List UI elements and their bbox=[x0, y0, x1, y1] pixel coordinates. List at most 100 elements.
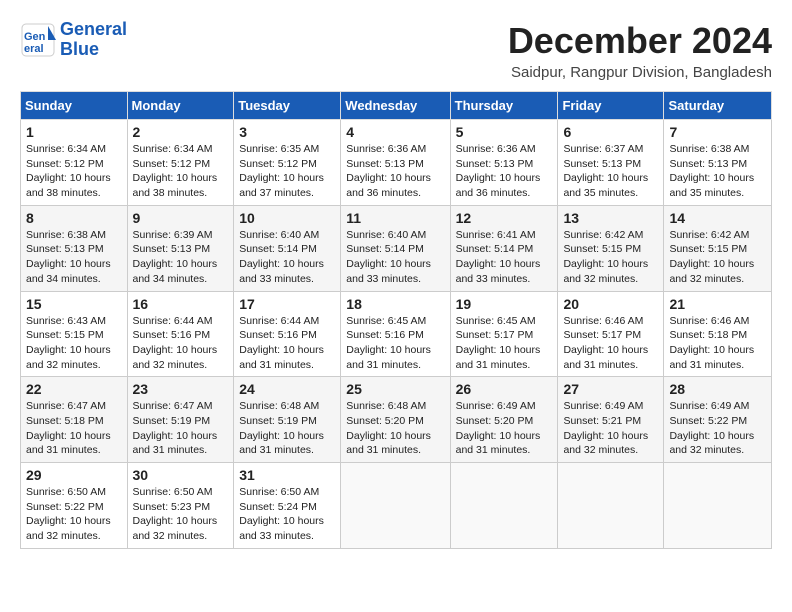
day-info: Sunrise: 6:36 AM Sunset: 5:13 PM Dayligh… bbox=[346, 142, 444, 201]
header-day-wednesday: Wednesday bbox=[341, 92, 450, 120]
logo-wrapper: Gen eral General Blue bbox=[20, 20, 127, 60]
day-info: Sunrise: 6:45 AM Sunset: 5:17 PM Dayligh… bbox=[456, 314, 553, 373]
day-number: 3 bbox=[239, 124, 335, 140]
day-number: 16 bbox=[133, 296, 229, 312]
day-number: 17 bbox=[239, 296, 335, 312]
week-row-4: 22 Sunrise: 6:47 AM Sunset: 5:18 PM Dayli… bbox=[21, 377, 772, 463]
calendar-cell: 29 Sunrise: 6:50 AM Sunset: 5:22 PM Dayli… bbox=[21, 463, 128, 549]
day-info: Sunrise: 6:37 AM Sunset: 5:13 PM Dayligh… bbox=[563, 142, 658, 201]
day-info: Sunrise: 6:36 AM Sunset: 5:13 PM Dayligh… bbox=[456, 142, 553, 201]
calendar-cell: 7 Sunrise: 6:38 AM Sunset: 5:13 PM Daylig… bbox=[664, 120, 772, 206]
calendar-cell: 1Sunrise: 6:34 AM Sunset: 5:12 PM Daylig… bbox=[21, 120, 128, 206]
calendar-cell: 30Sunrise: 6:50 AM Sunset: 5:23 PM Dayli… bbox=[127, 463, 234, 549]
day-number: 2 bbox=[133, 124, 229, 140]
day-number: 15 bbox=[26, 296, 122, 312]
calendar-cell: 14 Sunrise: 6:42 AM Sunset: 5:15 PM Dayli… bbox=[664, 205, 772, 291]
day-info: Sunrise: 6:35 AM Sunset: 5:12 PM Dayligh… bbox=[239, 142, 335, 201]
calendar-cell: 23Sunrise: 6:47 AM Sunset: 5:19 PM Dayli… bbox=[127, 377, 234, 463]
calendar-cell: 27Sunrise: 6:49 AM Sunset: 5:21 PM Dayli… bbox=[558, 377, 664, 463]
day-info: Sunrise: 6:49 AM Sunset: 5:22 PM Dayligh… bbox=[669, 399, 766, 458]
day-info: Sunrise: 6:46 AM Sunset: 5:18 PM Dayligh… bbox=[669, 314, 766, 373]
week-row-1: 1Sunrise: 6:34 AM Sunset: 5:12 PM Daylig… bbox=[21, 120, 772, 206]
header-row: SundayMondayTuesdayWednesdayThursdayFrid… bbox=[21, 92, 772, 120]
logo-text-general: General bbox=[60, 20, 127, 40]
day-number: 13 bbox=[563, 210, 658, 226]
day-number: 6 bbox=[563, 124, 658, 140]
calendar-cell: 24Sunrise: 6:48 AM Sunset: 5:19 PM Dayli… bbox=[234, 377, 341, 463]
day-info: Sunrise: 6:50 AM Sunset: 5:22 PM Dayligh… bbox=[26, 485, 122, 544]
day-number: 4 bbox=[346, 124, 444, 140]
title-area: December 2024 Saidpur, Rangpur Division,… bbox=[508, 20, 772, 81]
header-day-sunday: Sunday bbox=[21, 92, 128, 120]
day-info: Sunrise: 6:50 AM Sunset: 5:24 PM Dayligh… bbox=[239, 485, 335, 544]
calendar-cell: 20 Sunrise: 6:46 AM Sunset: 5:17 PM Dayli… bbox=[558, 291, 664, 377]
calendar-cell: 18Sunrise: 6:45 AM Sunset: 5:16 PM Dayli… bbox=[341, 291, 450, 377]
header-day-saturday: Saturday bbox=[664, 92, 772, 120]
day-info: Sunrise: 6:47 AM Sunset: 5:19 PM Dayligh… bbox=[133, 399, 229, 458]
calendar-cell: 5 Sunrise: 6:36 AM Sunset: 5:13 PM Daylig… bbox=[450, 120, 558, 206]
day-number: 8 bbox=[26, 210, 122, 226]
header-day-friday: Friday bbox=[558, 92, 664, 120]
day-info: Sunrise: 6:49 AM Sunset: 5:20 PM Dayligh… bbox=[456, 399, 553, 458]
day-info: Sunrise: 6:42 AM Sunset: 5:15 PM Dayligh… bbox=[669, 228, 766, 287]
calendar-cell: 13 Sunrise: 6:42 AM Sunset: 5:15 PM Dayli… bbox=[558, 205, 664, 291]
calendar-cell: 31 Sunrise: 6:50 AM Sunset: 5:24 PM Dayli… bbox=[234, 463, 341, 549]
calendar-cell: 26Sunrise: 6:49 AM Sunset: 5:20 PM Dayli… bbox=[450, 377, 558, 463]
calendar-cell: 25Sunrise: 6:48 AM Sunset: 5:20 PM Dayli… bbox=[341, 377, 450, 463]
day-number: 19 bbox=[456, 296, 553, 312]
logo-icon: Gen eral bbox=[20, 22, 56, 58]
calendar-cell: 6 Sunrise: 6:37 AM Sunset: 5:13 PM Daylig… bbox=[558, 120, 664, 206]
calendar-cell: 19 Sunrise: 6:45 AM Sunset: 5:17 PM Dayli… bbox=[450, 291, 558, 377]
header-day-monday: Monday bbox=[127, 92, 234, 120]
day-number: 5 bbox=[456, 124, 553, 140]
logo-text-blue: Blue bbox=[60, 40, 127, 60]
day-number: 10 bbox=[239, 210, 335, 226]
day-info: Sunrise: 6:40 AM Sunset: 5:14 PM Dayligh… bbox=[346, 228, 444, 287]
day-info: Sunrise: 6:38 AM Sunset: 5:13 PM Dayligh… bbox=[669, 142, 766, 201]
calendar-cell: 15Sunrise: 6:43 AM Sunset: 5:15 PM Dayli… bbox=[21, 291, 128, 377]
day-info: Sunrise: 6:48 AM Sunset: 5:19 PM Dayligh… bbox=[239, 399, 335, 458]
calendar-cell: 12 Sunrise: 6:41 AM Sunset: 5:14 PM Dayli… bbox=[450, 205, 558, 291]
day-info: Sunrise: 6:49 AM Sunset: 5:21 PM Dayligh… bbox=[563, 399, 658, 458]
calendar-cell: 9 Sunrise: 6:39 AM Sunset: 5:13 PM Daylig… bbox=[127, 205, 234, 291]
day-info: Sunrise: 6:39 AM Sunset: 5:13 PM Dayligh… bbox=[133, 228, 229, 287]
calendar-cell: 17 Sunrise: 6:44 AM Sunset: 5:16 PM Dayli… bbox=[234, 291, 341, 377]
header-day-thursday: Thursday bbox=[450, 92, 558, 120]
day-number: 29 bbox=[26, 467, 122, 483]
calendar-cell: 4 Sunrise: 6:36 AM Sunset: 5:13 PM Daylig… bbox=[341, 120, 450, 206]
day-info: Sunrise: 6:42 AM Sunset: 5:15 PM Dayligh… bbox=[563, 228, 658, 287]
day-number: 1 bbox=[26, 124, 122, 140]
day-info: Sunrise: 6:45 AM Sunset: 5:16 PM Dayligh… bbox=[346, 314, 444, 373]
week-row-5: 29 Sunrise: 6:50 AM Sunset: 5:22 PM Dayli… bbox=[21, 463, 772, 549]
day-number: 14 bbox=[669, 210, 766, 226]
calendar-body: 1Sunrise: 6:34 AM Sunset: 5:12 PM Daylig… bbox=[21, 120, 772, 549]
header-day-tuesday: Tuesday bbox=[234, 92, 341, 120]
week-row-2: 8Sunrise: 6:38 AM Sunset: 5:13 PM Daylig… bbox=[21, 205, 772, 291]
calendar-cell: 28Sunrise: 6:49 AM Sunset: 5:22 PM Dayli… bbox=[664, 377, 772, 463]
day-number: 20 bbox=[563, 296, 658, 312]
calendar-header: SundayMondayTuesdayWednesdayThursdayFrid… bbox=[21, 92, 772, 120]
calendar-cell: 3 Sunrise: 6:35 AM Sunset: 5:12 PM Daylig… bbox=[234, 120, 341, 206]
day-info: Sunrise: 6:40 AM Sunset: 5:14 PM Dayligh… bbox=[239, 228, 335, 287]
day-number: 11 bbox=[346, 210, 444, 226]
calendar-cell: 10 Sunrise: 6:40 AM Sunset: 5:14 PM Dayli… bbox=[234, 205, 341, 291]
day-info: Sunrise: 6:46 AM Sunset: 5:17 PM Dayligh… bbox=[563, 314, 658, 373]
day-info: Sunrise: 6:44 AM Sunset: 5:16 PM Dayligh… bbox=[239, 314, 335, 373]
location-title: Saidpur, Rangpur Division, Bangladesh bbox=[508, 64, 772, 81]
day-info: Sunrise: 6:44 AM Sunset: 5:16 PM Dayligh… bbox=[133, 314, 229, 373]
calendar-cell: 8Sunrise: 6:38 AM Sunset: 5:13 PM Daylig… bbox=[21, 205, 128, 291]
day-info: Sunrise: 6:50 AM Sunset: 5:23 PM Dayligh… bbox=[133, 485, 229, 544]
calendar-table: SundayMondayTuesdayWednesdayThursdayFrid… bbox=[20, 91, 772, 549]
day-info: Sunrise: 6:47 AM Sunset: 5:18 PM Dayligh… bbox=[26, 399, 122, 458]
day-number: 31 bbox=[239, 467, 335, 483]
day-number: 22 bbox=[26, 381, 122, 397]
day-number: 21 bbox=[669, 296, 766, 312]
day-number: 12 bbox=[456, 210, 553, 226]
day-number: 9 bbox=[133, 210, 229, 226]
calendar-cell bbox=[341, 463, 450, 549]
day-number: 7 bbox=[669, 124, 766, 140]
day-info: Sunrise: 6:41 AM Sunset: 5:14 PM Dayligh… bbox=[456, 228, 553, 287]
calendar-cell: 2Sunrise: 6:34 AM Sunset: 5:12 PM Daylig… bbox=[127, 120, 234, 206]
header: Gen eral General Blue December 2024 Said… bbox=[20, 20, 772, 81]
calendar-cell bbox=[558, 463, 664, 549]
